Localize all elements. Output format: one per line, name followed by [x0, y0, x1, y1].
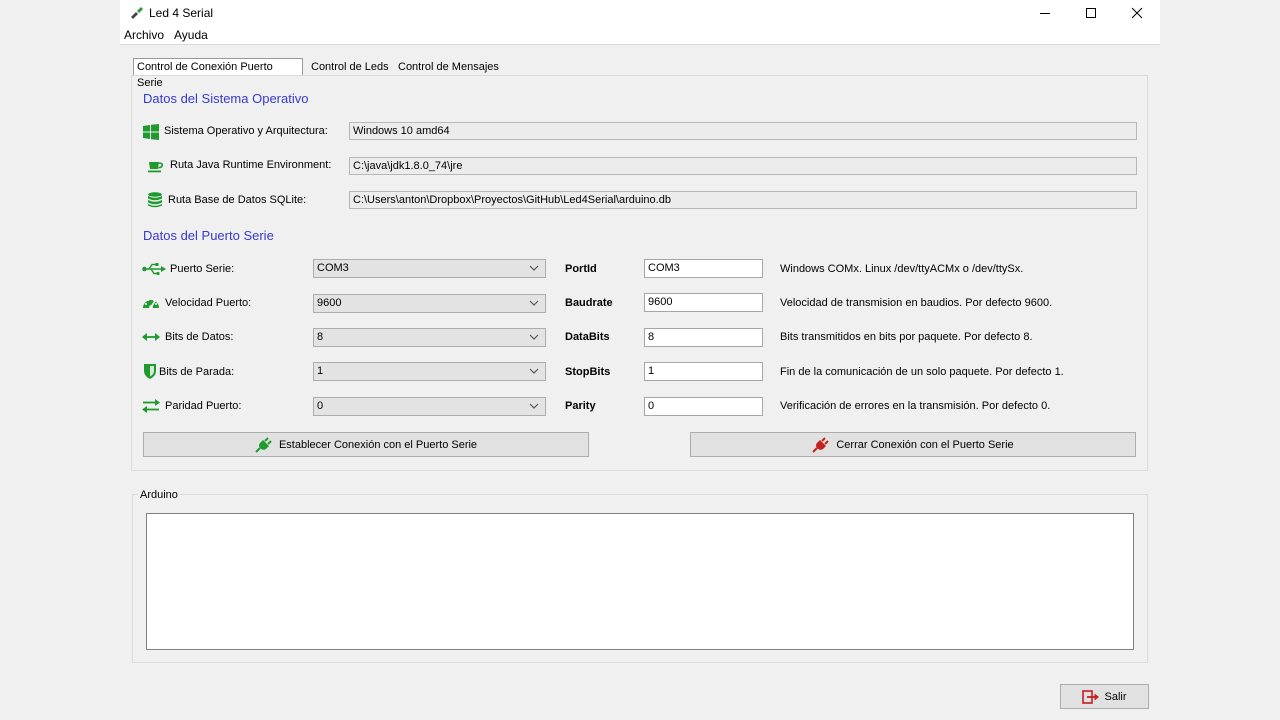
- windows-logo-icon: [143, 124, 159, 140]
- led-app-icon: [131, 7, 143, 19]
- exit-icon: [1082, 689, 1100, 704]
- arduino-group-title: Arduino: [138, 489, 180, 501]
- speedometer-icon: [143, 299, 159, 309]
- connect-button[interactable]: Establecer Conexión con el Puerto Serie: [143, 432, 589, 457]
- usb-icon: [142, 263, 166, 276]
- java-path-label: Ruta Java Runtime Environment:: [170, 159, 332, 171]
- speed-combo-value: 9600: [317, 297, 342, 309]
- close-button[interactable]: [1114, 0, 1160, 26]
- parity-combo-value: 0: [317, 400, 324, 412]
- chevron-down-icon: [529, 300, 539, 306]
- chevron-down-icon: [529, 334, 539, 340]
- port-label: Puerto Serie:: [170, 263, 235, 275]
- databits-label: Bits de Datos:: [165, 331, 234, 343]
- parity-input[interactable]: 0: [644, 397, 763, 416]
- baudrate-input[interactable]: 9600: [644, 293, 763, 312]
- java-path-field: C:\java\jdk1.8.0_74\jre: [349, 157, 1137, 175]
- portid-param-label: PortId: [565, 263, 597, 275]
- databits-combo-value: 8: [317, 331, 324, 343]
- parity-description: Verificación de errores en la transmisió…: [780, 400, 1051, 412]
- shield-icon: [144, 364, 156, 379]
- port-section-title: Datos del Puerto Serie: [143, 228, 274, 243]
- stopbits-description: Fin de la comunicación de un solo paquet…: [780, 366, 1064, 378]
- minimize-icon: [1040, 13, 1050, 14]
- disconnect-button-label: Cerrar Conexión con el Puerto Serie: [836, 438, 1014, 451]
- parity-combo[interactable]: 0: [313, 397, 546, 416]
- databits-combo[interactable]: 8: [313, 328, 546, 347]
- tab-mensajes[interactable]: Control de Mensajes: [395, 59, 502, 75]
- stopbits-label: Bits de Parada:: [159, 366, 235, 378]
- os-section-title: Datos del Sistema Operativo: [143, 91, 309, 106]
- title-bar: Led 4 Serial: [120, 0, 1160, 26]
- close-icon: [1131, 7, 1143, 19]
- menu-bar: Archivo Ayuda: [120, 26, 1160, 45]
- swap-arrows-icon: [142, 399, 160, 413]
- sqlite-path-field: C:\Users\anton\Dropbox\Proyectos\GitHub\…: [349, 191, 1137, 209]
- stopbits-combo-value: 1: [317, 365, 324, 377]
- databits-description: Bits transmitidos en bits por paquete. P…: [780, 331, 1033, 343]
- minimize-button[interactable]: [1022, 0, 1068, 26]
- exit-button[interactable]: Salir: [1060, 684, 1149, 709]
- portid-input[interactable]: COM3: [644, 259, 763, 278]
- speed-label: Velocidad Puerto:: [165, 297, 252, 309]
- databits-input[interactable]: 8: [644, 328, 763, 347]
- stopbits-input[interactable]: 1: [644, 362, 763, 381]
- plug-connect-icon: [255, 436, 272, 453]
- portid-description: Windows COMx. Linux /dev/ttyACMx o /dev/…: [780, 263, 1024, 275]
- menu-archivo[interactable]: Archivo: [124, 28, 164, 42]
- exit-button-label: Salir: [1104, 690, 1127, 703]
- os-arch-label: Sistema Operativo y Arquitectura:: [164, 125, 328, 137]
- app-window: Led 4 Serial Archivo Ayuda Control de Co…: [120, 0, 1160, 720]
- chevron-down-icon: [529, 265, 539, 271]
- os-arch-field: Windows 10 amd64: [349, 122, 1137, 140]
- arduino-log-textarea[interactable]: [146, 513, 1134, 650]
- parity-label: Paridad Puerto:: [165, 400, 242, 412]
- port-combo[interactable]: COM3: [313, 259, 546, 278]
- stopbits-param-label: StopBits: [565, 366, 611, 378]
- java-cup-icon: [148, 162, 163, 173]
- tab-conexion[interactable]: Control de Conexión Puerto Serie: [133, 58, 303, 89]
- chevron-down-icon: [529, 403, 539, 409]
- baudrate-param-label: Baudrate: [565, 297, 613, 309]
- database-icon: [148, 192, 162, 208]
- stopbits-combo[interactable]: 1: [313, 362, 546, 381]
- disconnect-button[interactable]: Cerrar Conexión con el Puerto Serie: [690, 432, 1136, 457]
- baudrate-description: Velocidad de transmision en baudios. Por…: [780, 297, 1053, 309]
- sqlite-path-label: Ruta Base de Datos SQLite:: [168, 194, 307, 206]
- parity-param-label: Parity: [565, 400, 596, 412]
- maximize-button[interactable]: [1068, 0, 1114, 26]
- menu-ayuda[interactable]: Ayuda: [174, 28, 208, 42]
- speed-combo[interactable]: 9600: [313, 294, 546, 313]
- horizontal-arrows-icon: [142, 333, 160, 341]
- databits-param-label: DataBits: [565, 331, 610, 343]
- chevron-down-icon: [529, 368, 539, 374]
- port-combo-value: COM3: [317, 262, 349, 274]
- maximize-icon: [1086, 8, 1096, 18]
- connect-button-label: Establecer Conexión con el Puerto Serie: [278, 438, 478, 451]
- window-title: Led 4 Serial: [149, 6, 214, 20]
- tab-leds[interactable]: Control de Leds: [308, 59, 392, 75]
- plug-disconnect-icon: [812, 436, 830, 453]
